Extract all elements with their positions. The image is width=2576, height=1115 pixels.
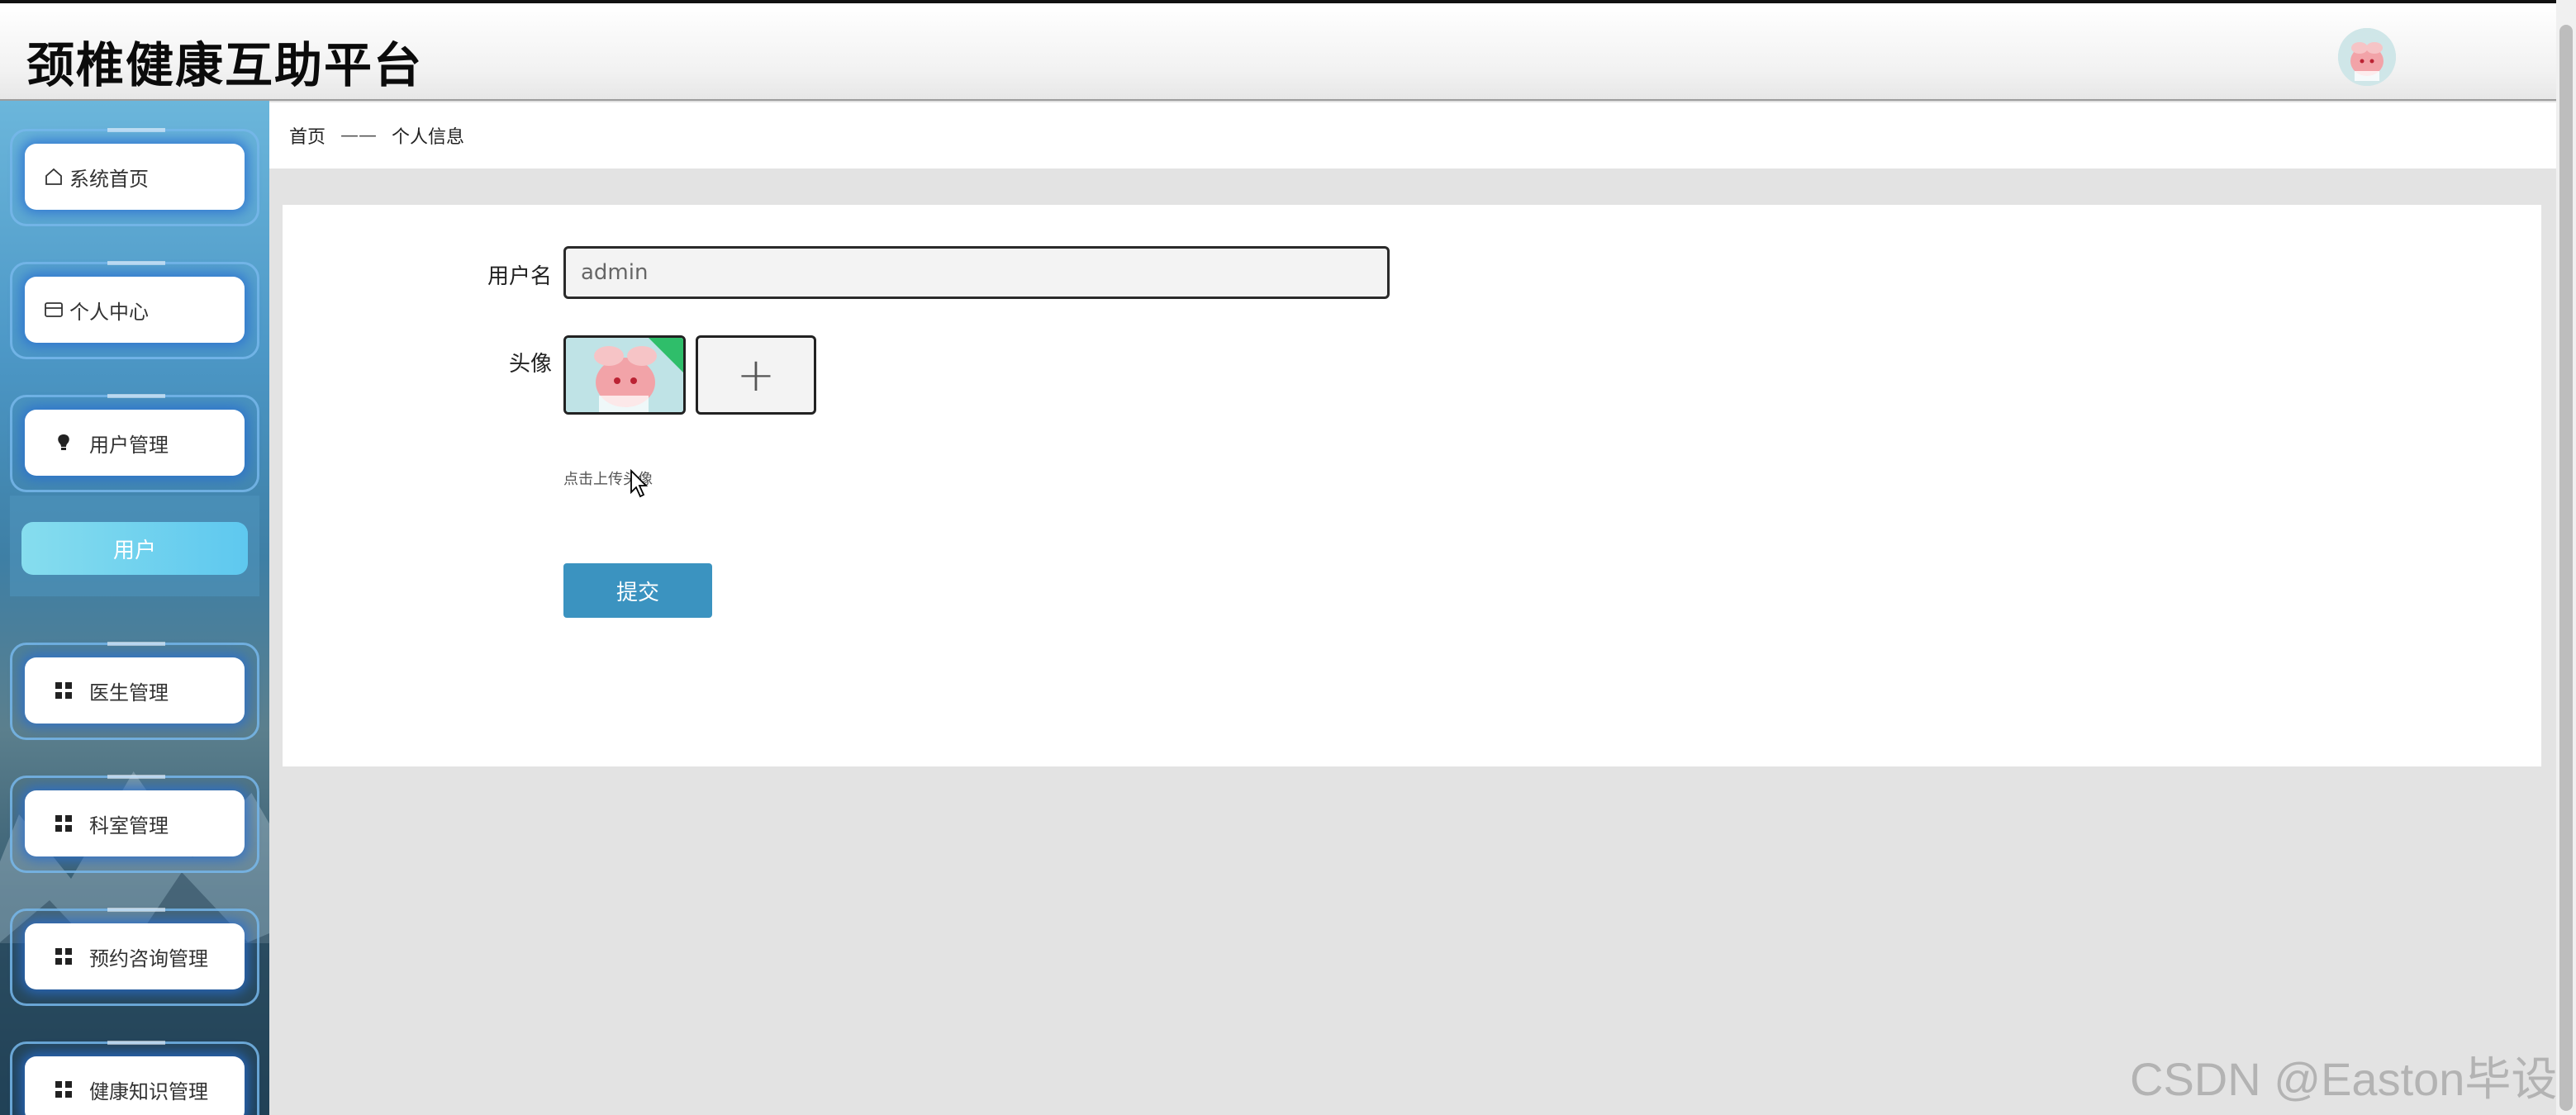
- sidebar-item-label: 健康知识管理: [89, 1079, 208, 1103]
- scrollbar-thumb[interactable]: [2559, 25, 2573, 1111]
- avatar-label: 头像: [508, 352, 552, 377]
- app-title: 颈椎健康互助平台: [26, 37, 424, 93]
- sidebar-item-label: 预约咨询管理: [89, 947, 208, 970]
- lightbulb-icon: [53, 432, 74, 453]
- sidebar: 系统首页 个人中心 用户管理 用户 医生管理 科室管理 预约咨询管理 健康知识管…: [0, 101, 269, 1115]
- sidebar-item-label: 系统首页: [69, 167, 149, 191]
- sidebar-item-home[interactable]: 系统首页: [25, 144, 245, 210]
- sidebar-item-appointment-management[interactable]: 预约咨询管理: [25, 923, 245, 989]
- sidebar-item-label: 医生管理: [89, 681, 169, 705]
- grid-icon: [53, 1079, 74, 1100]
- submenu-item-user[interactable]: 用户: [21, 522, 248, 575]
- sidebar-item-personal-center[interactable]: 个人中心: [25, 277, 245, 343]
- sidebar-item-department-management[interactable]: 科室管理: [25, 790, 245, 856]
- grid-icon: [53, 946, 74, 967]
- home-icon: [43, 166, 64, 187]
- watermark: CSDN @Easton毕设: [2130, 1053, 2558, 1105]
- username-label: 用户名: [487, 264, 552, 289]
- window-scrollbar[interactable]: [2556, 0, 2576, 1115]
- card-icon: [43, 299, 64, 320]
- sidebar-item-label: 科室管理: [89, 814, 169, 837]
- top-header: 颈椎健康互助平台: [0, 0, 2556, 101]
- breadcrumb-home[interactable]: 首页: [289, 122, 326, 149]
- plus-icon: +: [736, 348, 776, 402]
- avatar-preview[interactable]: [563, 335, 686, 415]
- profile-form-card: 用户名 头像 + 点击上传头像 提交: [283, 205, 2541, 766]
- mouse-cursor-icon: [630, 469, 649, 498]
- grid-icon: [53, 680, 74, 701]
- submit-button[interactable]: 提交: [563, 563, 712, 618]
- upload-avatar-button[interactable]: +: [696, 335, 816, 415]
- sidebar-item-doctor-management[interactable]: 医生管理: [25, 657, 245, 724]
- sidebar-item-user-management[interactable]: 用户管理: [25, 410, 245, 476]
- username-field[interactable]: [563, 246, 1390, 299]
- breadcrumb: 首页 —— 个人信息: [269, 102, 2556, 168]
- sidebar-item-health-knowledge-management[interactable]: 健康知识管理: [25, 1056, 245, 1115]
- user-avatar-icon[interactable]: [2338, 28, 2396, 86]
- breadcrumb-separator: ——: [340, 125, 378, 146]
- grid-icon: [53, 813, 74, 834]
- breadcrumb-current: 个人信息: [392, 127, 465, 148]
- sidebar-item-label: 用户管理: [89, 433, 169, 457]
- avatar-corner-marker: [649, 338, 683, 372]
- sidebar-item-label: 个人中心: [69, 300, 149, 324]
